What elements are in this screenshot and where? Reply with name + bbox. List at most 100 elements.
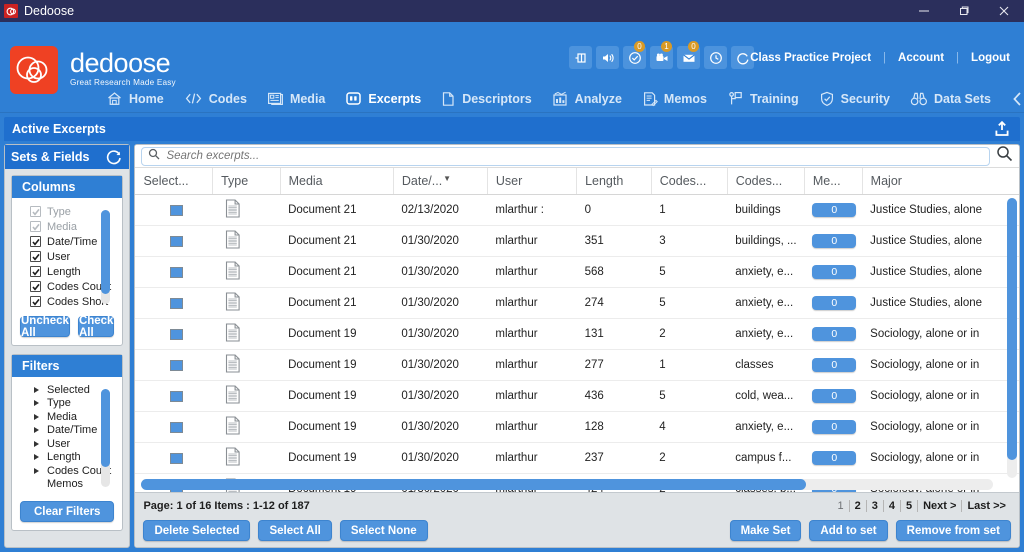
column-checkbox-memos[interactable]: Memos xyxy=(30,309,114,310)
dedoose-logo[interactable] xyxy=(10,46,58,94)
remove-from-set-button[interactable]: Remove from set xyxy=(896,520,1011,541)
nav-item-codes[interactable]: Codes xyxy=(184,91,247,106)
close-button[interactable] xyxy=(984,0,1024,22)
checkbox-icon[interactable] xyxy=(30,251,41,262)
row-select-checkbox[interactable] xyxy=(170,298,183,309)
row-select-checkbox[interactable] xyxy=(170,236,183,247)
cell-select[interactable] xyxy=(135,257,212,288)
table-row[interactable]: Document 19 01/30/2020 mlarthur 237 2 ca… xyxy=(135,443,1019,474)
cell-select[interactable] xyxy=(135,195,212,226)
logout-link[interactable]: Logout xyxy=(971,52,1010,64)
refresh-icon[interactable] xyxy=(105,148,123,169)
page-link-1[interactable]: 1 xyxy=(832,500,849,512)
expand-triangle-icon[interactable] xyxy=(34,454,39,460)
filter-item-major[interactable]: Major xyxy=(34,491,114,493)
cell-select[interactable] xyxy=(135,412,212,443)
expand-triangle-icon[interactable] xyxy=(34,387,39,393)
select-none-button[interactable]: Select None xyxy=(340,520,428,541)
table-row[interactable]: Document 19 01/30/2020 mlarthur 128 4 an… xyxy=(135,412,1019,443)
cell-select[interactable] xyxy=(135,226,212,257)
expand-triangle-icon[interactable] xyxy=(34,468,39,474)
filters-scrollbar-thumb[interactable] xyxy=(101,389,110,467)
nav-item-analyze[interactable]: Analyze xyxy=(552,91,622,107)
column-header-codes-count[interactable]: Codes... xyxy=(651,168,727,195)
nav-item-back[interactable]: Back xyxy=(1011,91,1024,107)
table-row[interactable]: Document 19 01/30/2020 mlarthur 436 5 co… xyxy=(135,381,1019,412)
columns-scrollbar-thumb[interactable] xyxy=(101,210,110,294)
columns-scrollbar[interactable] xyxy=(101,210,110,304)
table-row[interactable]: Document 19 01/30/2020 mlarthur 277 1 cl… xyxy=(135,350,1019,381)
project-name[interactable]: Class Practice Project xyxy=(750,52,871,64)
nav-item-memos[interactable]: Memos xyxy=(642,91,707,107)
envelope-icon[interactable]: 0 xyxy=(677,46,700,69)
cell-select[interactable] xyxy=(135,381,212,412)
delete-selected-button[interactable]: Delete Selected xyxy=(143,520,250,541)
grid-vertical-scrollbar-thumb[interactable] xyxy=(1007,198,1017,460)
column-header-user[interactable]: User xyxy=(487,168,576,195)
table-row[interactable]: Document 21 02/13/2020 mlarthur : 0 1 bu… xyxy=(135,195,1019,226)
column-header-memos[interactable]: Me... xyxy=(804,168,862,195)
column-header-length[interactable]: Length xyxy=(577,168,652,195)
filters-scrollbar[interactable] xyxy=(101,389,110,487)
page-link-2[interactable]: 2 xyxy=(850,500,867,512)
video-camera-icon[interactable]: 1 xyxy=(650,46,673,69)
search-input[interactable] xyxy=(166,150,983,162)
nav-item-data-sets[interactable]: Data Sets xyxy=(910,91,991,107)
table-row[interactable]: Document 19 01/30/2020 mlarthur 131 2 an… xyxy=(135,319,1019,350)
checkbox-icon[interactable] xyxy=(30,281,41,292)
row-select-checkbox[interactable] xyxy=(170,391,183,402)
expand-triangle-icon[interactable] xyxy=(34,427,39,433)
grid-horizontal-scrollbar-thumb[interactable] xyxy=(141,479,805,490)
checkbox-icon[interactable] xyxy=(30,266,41,277)
column-header-select[interactable]: Select... xyxy=(135,168,212,195)
add-to-set-button[interactable]: Add to set xyxy=(809,520,887,541)
search-field-wrap[interactable] xyxy=(141,147,990,166)
grid-horizontal-scrollbar[interactable] xyxy=(141,479,993,490)
cell-select[interactable] xyxy=(135,288,212,319)
grid-vertical-scrollbar[interactable] xyxy=(1007,198,1017,478)
row-select-checkbox[interactable] xyxy=(170,267,183,278)
row-select-checkbox[interactable] xyxy=(170,453,183,464)
next-page-link[interactable]: Next > xyxy=(918,500,962,512)
row-select-checkbox[interactable] xyxy=(170,205,183,216)
clear-filters-button[interactable]: Clear Filters xyxy=(20,501,114,522)
table-row[interactable]: Document 21 01/30/2020 mlarthur 351 3 bu… xyxy=(135,226,1019,257)
clock-icon[interactable] xyxy=(704,46,727,69)
checkbox-icon[interactable] xyxy=(30,236,41,247)
column-header-codes-short[interactable]: Codes... xyxy=(727,168,804,195)
row-select-checkbox[interactable] xyxy=(170,422,183,433)
nav-item-descriptors[interactable]: Descriptors xyxy=(441,91,531,107)
uncheck-all-button[interactable]: Uncheck All xyxy=(20,316,70,337)
expand-triangle-icon[interactable] xyxy=(34,400,39,406)
check-all-button[interactable]: Check All xyxy=(78,316,115,337)
row-select-checkbox[interactable] xyxy=(170,329,183,340)
column-header-media[interactable]: Media xyxy=(280,168,393,195)
cell-select[interactable] xyxy=(135,443,212,474)
column-header-type[interactable]: Type xyxy=(213,168,280,195)
cell-select[interactable] xyxy=(135,319,212,350)
last-page-link[interactable]: Last >> xyxy=(962,500,1011,512)
upload-icon[interactable] xyxy=(992,119,1012,142)
checkbox-icon[interactable] xyxy=(30,206,41,217)
volume-icon[interactable] xyxy=(596,46,619,69)
search-submit-icon[interactable] xyxy=(996,145,1013,167)
checkbox-icon[interactable] xyxy=(30,296,41,307)
table-row[interactable]: Document 21 01/30/2020 mlarthur 568 5 an… xyxy=(135,257,1019,288)
minimize-button[interactable] xyxy=(904,0,944,22)
check-circle-icon[interactable]: 0 xyxy=(623,46,646,69)
nav-item-media[interactable]: Media xyxy=(267,91,325,106)
bookmark-icon[interactable] xyxy=(569,46,592,69)
column-header-major[interactable]: Major xyxy=(862,168,1019,195)
column-header-date[interactable]: Date/...▼ xyxy=(393,168,487,195)
checkbox-icon[interactable] xyxy=(30,221,41,232)
maximize-button[interactable] xyxy=(944,0,984,22)
cell-select[interactable] xyxy=(135,350,212,381)
nav-item-excerpts[interactable]: Excerpts xyxy=(345,91,421,106)
make-set-button[interactable]: Make Set xyxy=(730,520,802,541)
table-row[interactable]: Document 21 01/30/2020 mlarthur 274 5 an… xyxy=(135,288,1019,319)
nav-item-home[interactable]: Home xyxy=(106,90,164,107)
nav-item-security[interactable]: Security xyxy=(819,91,890,107)
nav-item-training[interactable]: Training xyxy=(727,91,799,107)
row-select-checkbox[interactable] xyxy=(170,360,183,371)
expand-triangle-icon[interactable] xyxy=(34,441,39,447)
